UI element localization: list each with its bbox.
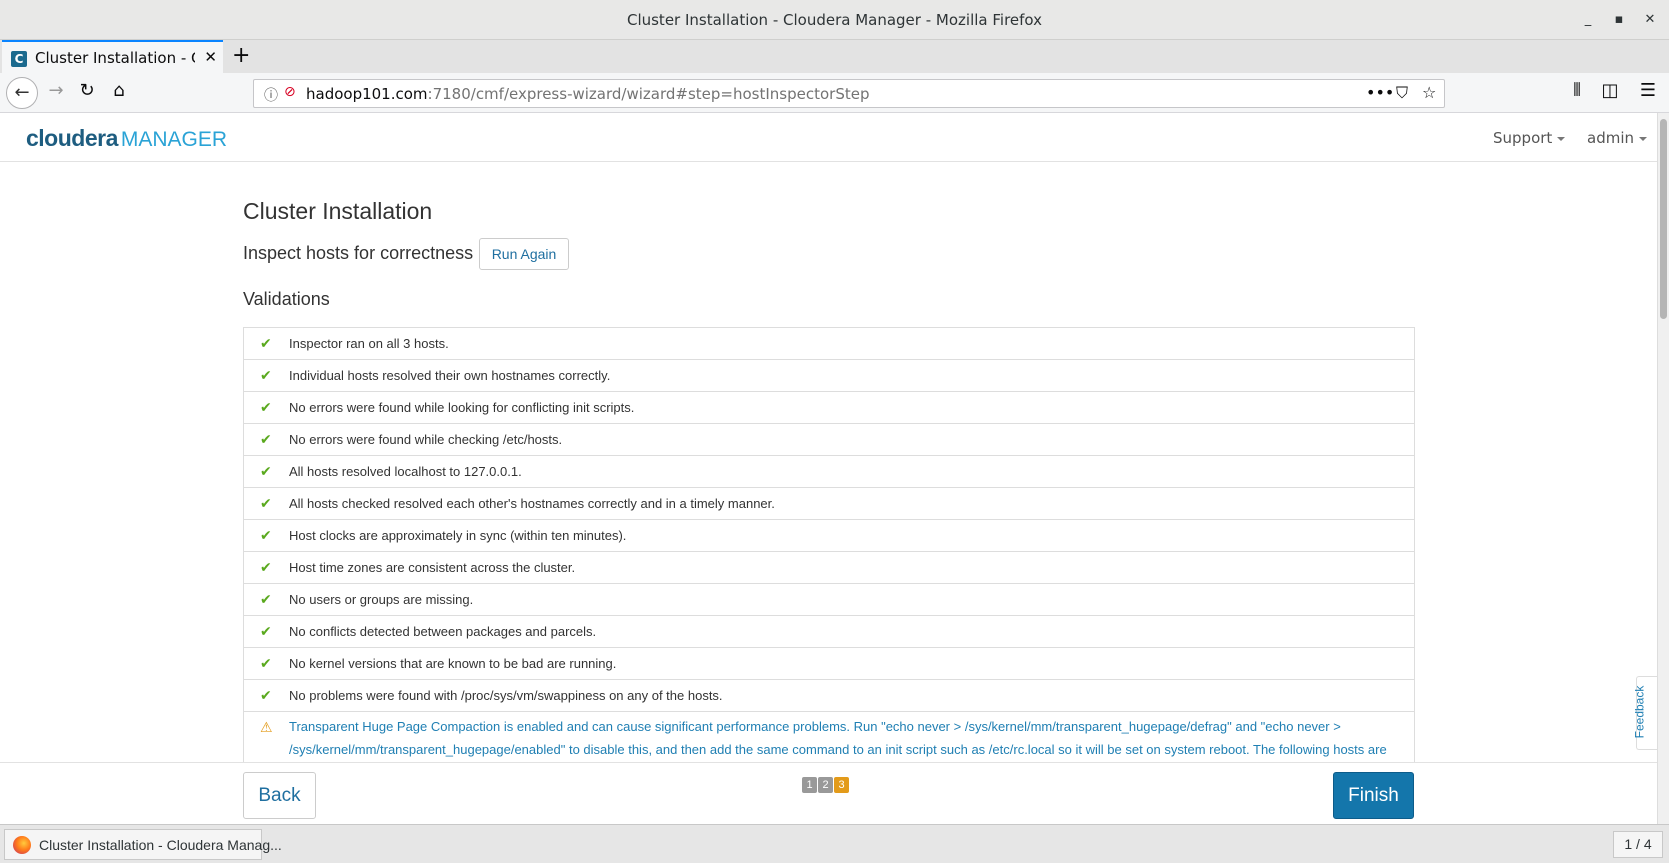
check-icon: ✔ [260, 464, 272, 480]
app-header: cloudera MANAGER Support admin [0, 113, 1657, 162]
validation-text: No errors were found while checking /etc… [289, 432, 563, 447]
caret-down-icon [1639, 136, 1647, 141]
validations-heading: Validations [243, 289, 330, 309]
step-subtitle: Inspect hosts for correctness [243, 243, 474, 263]
nav-bar: ← → ↻ ⌂ ⓘ ⊘ hadoop101.com:7180/cmf/expre… [0, 73, 1669, 113]
validation-text: No errors were found while looking for c… [289, 400, 635, 415]
os-taskbar: Cluster Installation - Cloudera Manag...… [0, 824, 1669, 863]
cloudera-manager-logo[interactable]: cloudera MANAGER [26, 125, 227, 152]
page-actions-icon[interactable]: ••• [1366, 83, 1394, 102]
url-path: :7180/cmf/express-wizard/wizard#step=hos… [427, 85, 870, 103]
check-icon: ✔ [260, 336, 272, 352]
taskbar-item-label: Cluster Installation - Cloudera Manag... [39, 837, 282, 853]
validation-text: No users or groups are missing. [289, 592, 474, 607]
scrollbar-thumb[interactable] [1660, 119, 1667, 319]
step-indicator[interactable]: 3 [834, 777, 849, 793]
validation-row: ✔ No errors were found while checking /et… [244, 424, 1414, 456]
minimize-icon[interactable]: _ [1577, 9, 1599, 31]
url-bar[interactable]: ⓘ ⊘ hadoop101.com:7180/cmf/express-wizar… [253, 79, 1445, 108]
check-icon: ✔ [260, 432, 272, 448]
maximize-icon[interactable]: ▪ [1608, 9, 1630, 31]
logo-main-text: cloudera [26, 125, 118, 151]
step-indicator[interactable]: 2 [818, 777, 833, 793]
cloudera-favicon-icon: C [11, 51, 27, 67]
feedback-label: Feedback [1632, 685, 1647, 739]
check-icon: ✔ [260, 688, 272, 704]
user-menu[interactable]: admin [1587, 129, 1647, 147]
tab-title: Cluster Installation - Cloudera Manager [35, 49, 195, 67]
url-host: hadoop101.com [306, 85, 428, 103]
tab-close-icon[interactable]: ✕ [204, 48, 217, 66]
feedback-tab[interactable]: Feedback [1632, 676, 1657, 750]
page-title: Cluster Installation [243, 198, 433, 224]
reload-icon[interactable]: ↻ [74, 80, 100, 101]
check-icon: ✔ [260, 592, 272, 608]
validation-text[interactable]: Transparent Huge Page Compaction is enab… [289, 715, 1404, 762]
wizard-footer: Back 123 Finish [0, 762, 1657, 824]
browser-back-icon[interactable]: ← [6, 77, 38, 109]
validation-row: ✔ No kernel versions that are known to be… [244, 648, 1414, 680]
sidebar-icon[interactable]: ◫ [1597, 80, 1623, 101]
main-content: Cluster Installation Inspect hosts for c… [0, 162, 1657, 762]
validation-text: No problems were found with /proc/sys/vm… [289, 688, 723, 703]
validation-text: All hosts checked resolved each other's … [289, 496, 775, 511]
validations-table: ✔ Inspector ran on all 3 hosts. ✔ Individua… [243, 327, 1415, 762]
hamburger-menu-icon[interactable]: ☰ [1635, 80, 1661, 101]
library-icon[interactable]: ⫴ [1564, 80, 1590, 101]
step-indicator[interactable]: 1 [802, 777, 817, 793]
check-icon: ✔ [260, 528, 272, 544]
check-icon: ✔ [260, 368, 272, 384]
window-title: Cluster Installation - Cloudera Manager … [626, 11, 1043, 29]
caret-down-icon [1557, 136, 1566, 141]
validation-row: ✔ Host time zones are consistent across t… [244, 552, 1414, 584]
validation-row: ✔ Host clocks are approximately in sync (… [244, 520, 1414, 552]
firefox-icon [13, 836, 31, 854]
validation-text: Inspector ran on all 3 hosts. [289, 336, 449, 351]
taskbar-firefox-item[interactable]: Cluster Installation - Cloudera Manag... [4, 829, 282, 860]
validation-row: ✔ No users or groups are missing. [244, 584, 1414, 616]
check-icon: ✔ [260, 400, 272, 416]
close-icon[interactable]: ✕ [1639, 9, 1661, 31]
validation-text: All hosts resolved localhost to 127.0.0.… [289, 464, 522, 479]
validation-row: ✔ Individual hosts resolved their own hos… [244, 360, 1414, 392]
support-menu-label: Support [1493, 129, 1553, 147]
page-scrollbar[interactable] [1657, 113, 1669, 824]
validation-row[interactable]: ⚠ Transparent Huge Page Compaction is ena… [244, 712, 1414, 762]
pocket-icon[interactable]: ⛉ [1396, 83, 1408, 103]
browser-forward-icon[interactable]: → [43, 80, 69, 101]
check-icon: ✔ [260, 656, 272, 672]
tab-bar: C Cluster Installation - Cloudera Manage… [0, 40, 1669, 73]
validation-row: ✔ No errors were found while looking for … [244, 392, 1414, 424]
validation-text: Host clocks are approximately in sync (w… [289, 528, 627, 543]
workspace-counter[interactable]: 1 / 4 [1613, 831, 1663, 858]
validation-row: ✔ No problems were found with /proc/sys/v… [244, 680, 1414, 712]
site-info-icon[interactable]: ⓘ [264, 85, 278, 105]
insecure-lock-icon[interactable]: ⊘ [284, 84, 296, 100]
logo-sub-text: MANAGER [120, 128, 228, 151]
run-again-button[interactable]: Run Again [479, 238, 569, 270]
user-menu-label: admin [1587, 129, 1634, 147]
validation-row: ✔ All hosts checked resolved each other's… [244, 488, 1414, 520]
warning-icon: ⚠ [260, 720, 273, 736]
finish-button[interactable]: Finish [1333, 772, 1414, 819]
support-menu[interactable]: Support [1493, 129, 1566, 147]
step-pager: 123 [802, 773, 850, 793]
validation-text: No conflicts detected between packages a… [289, 624, 597, 639]
back-button[interactable]: Back [243, 772, 316, 819]
home-icon[interactable]: ⌂ [106, 80, 132, 101]
check-icon: ✔ [260, 560, 272, 576]
bookmark-star-icon[interactable]: ☆ [1422, 83, 1436, 102]
check-icon: ✔ [260, 496, 272, 512]
validation-row: ✔ Inspector ran on all 3 hosts. [244, 328, 1414, 360]
check-icon: ✔ [260, 624, 272, 640]
window-titlebar: Cluster Installation - Cloudera Manager … [0, 0, 1669, 40]
validation-text: Individual hosts resolved their own host… [289, 368, 611, 383]
validation-row: ✔ No conflicts detected between packages … [244, 616, 1414, 648]
validation-text: Host time zones are consistent across th… [289, 560, 576, 575]
validation-row: ✔ All hosts resolved localhost to 127.0.0… [244, 456, 1414, 488]
url-text[interactable]: hadoop101.com:7180/cmf/express-wizard/wi… [306, 85, 869, 103]
new-tab-icon[interactable]: + [232, 43, 250, 68]
browser-tab[interactable]: C Cluster Installation - Cloudera Manage… [2, 40, 223, 73]
validation-text: No kernel versions that are known to be … [289, 656, 617, 671]
